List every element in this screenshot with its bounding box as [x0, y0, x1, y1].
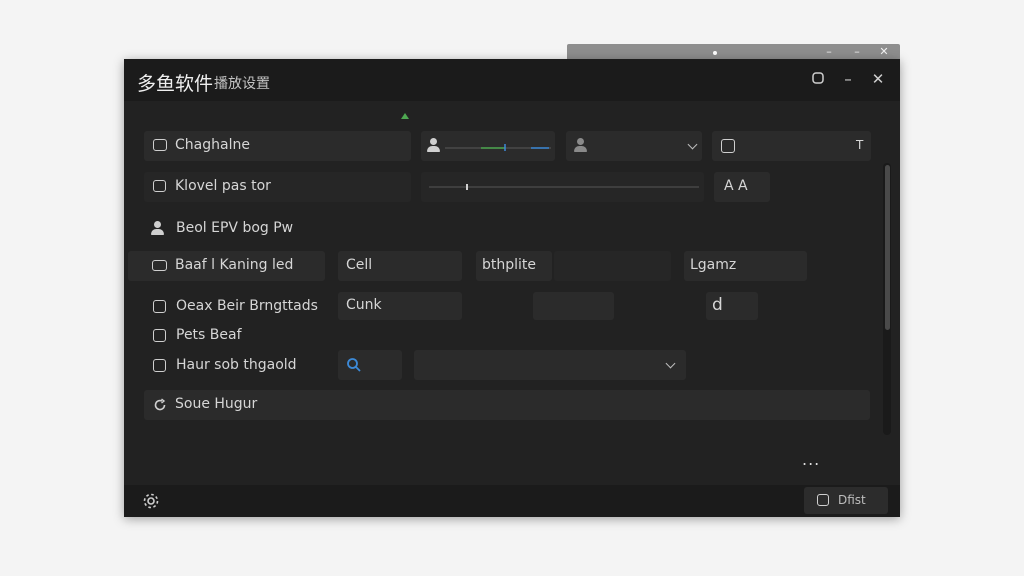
user-dropdown[interactable] [566, 131, 702, 161]
option-row-8[interactable]: Soue Hugur [144, 390, 870, 420]
person-icon [430, 138, 437, 145]
person-icon-body [427, 146, 440, 152]
font-size-button[interactable]: A A [714, 172, 770, 202]
cell-field-3[interactable]: Lgamz [684, 251, 807, 281]
option-row-1[interactable]: Chaghalne [144, 131, 411, 161]
restore-icon[interactable] [810, 71, 826, 87]
checkbox-label: Haur sob thgaold [176, 357, 297, 373]
checkbox-label: Pets Beaf [176, 327, 242, 343]
footer-bar: Dfist [124, 485, 900, 517]
field-value: Cunk [346, 297, 382, 313]
caret-up-icon [401, 113, 409, 119]
text-format-field[interactable]: T [712, 131, 871, 161]
field-value: bthplite [482, 257, 537, 273]
checkbox[interactable] [153, 300, 166, 313]
search-button[interactable] [338, 350, 402, 380]
dot-icon [713, 51, 717, 55]
cell-field-2b[interactable] [554, 251, 671, 281]
option-row-4[interactable]: Baaf l Kaning led [128, 251, 325, 281]
person-icon [577, 138, 584, 145]
apply-button-label: Dfist [838, 493, 866, 507]
person-icon-body [574, 146, 587, 152]
field-value: Cell [346, 257, 373, 273]
level-line [445, 144, 551, 151]
account-icon [154, 221, 161, 228]
text-icon: T [856, 138, 864, 152]
frame-icon [721, 139, 735, 153]
minimize-icon[interactable]: – [840, 71, 856, 87]
bg-minimize-icon-2[interactable]: – [850, 45, 864, 58]
option-label: Soue Hugur [175, 396, 258, 412]
option-label: Chaghalne [175, 137, 250, 153]
window-icon [153, 139, 167, 151]
copy-icon [153, 180, 166, 192]
checkbox[interactable] [153, 329, 166, 342]
cell-field-5[interactable] [533, 292, 614, 320]
checkbox-label: Oeax Beir Brngttads [176, 298, 318, 314]
more-icon[interactable]: ... [802, 450, 820, 469]
close-icon[interactable]: ✕ [870, 71, 886, 87]
bg-minimize-icon[interactable]: – [822, 45, 836, 58]
title-bar: 多鱼软件 播放设置 – ✕ [124, 59, 900, 101]
range-slider[interactable] [421, 172, 704, 202]
account-icon-body [151, 229, 164, 235]
window-subtitle: 播放设置 [214, 76, 270, 92]
cell-field-6[interactable]: d [706, 292, 758, 320]
font-size-label: A A [724, 178, 748, 194]
cell-field-2[interactable]: bthplite [476, 251, 552, 281]
section-label: Beol EPV bog Pw [176, 220, 294, 236]
refresh-icon [154, 398, 166, 411]
field-value: Lgamz [690, 257, 737, 273]
app-title: 多鱼软件 [137, 73, 214, 95]
search-icon [347, 358, 361, 372]
bg-close-icon[interactable]: ✕ [877, 45, 891, 58]
main-window: 多鱼软件 播放设置 – ✕ Chaghalne T Klovel pas tor… [124, 59, 900, 517]
scrollbar-thumb[interactable] [885, 165, 890, 330]
option-label: Klovel pas tor [175, 178, 271, 194]
apply-button[interactable]: Dfist [804, 487, 888, 514]
field-value: d [712, 295, 723, 315]
chevron-down-icon [665, 358, 676, 369]
cell-field-4[interactable]: Cunk [338, 292, 462, 320]
checkbox[interactable] [153, 359, 166, 372]
panel-icon [152, 260, 167, 271]
slider-track [429, 184, 699, 190]
chevron-down-icon [687, 139, 698, 150]
option-row-2[interactable]: Klovel pas tor [144, 172, 411, 202]
cell-field-1[interactable]: Cell [338, 251, 462, 281]
file-icon [817, 494, 829, 506]
dropdown-select[interactable] [414, 350, 686, 380]
user-slider-field[interactable] [421, 131, 555, 161]
settings-gear-icon[interactable] [141, 491, 161, 511]
option-label: Baaf l Kaning led [175, 257, 294, 273]
